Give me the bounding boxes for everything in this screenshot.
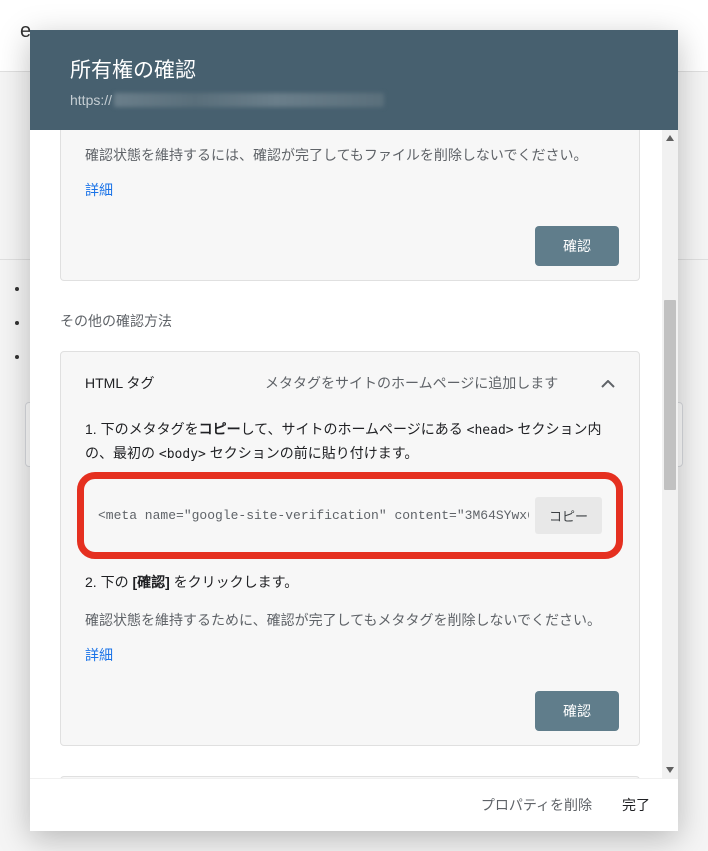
modal-footer: プロパティを削除 完了 (30, 778, 678, 831)
html-tag-note: 確認状態を維持するために、確認が完了してもメタタグを削除しないでください。 (85, 609, 615, 633)
step-2: 2. 下の [確認] をクリックします。 (85, 571, 615, 595)
method-card-html-tag: HTML タグ メタタグをサイトのホームページに追加します 1. 下のメタタグを… (60, 351, 640, 746)
chevron-up-icon[interactable] (601, 375, 615, 391)
copy-button[interactable]: コピー (535, 497, 602, 534)
modal-site-url: https:// (70, 92, 638, 108)
method-title: HTML タグ (85, 373, 265, 393)
details-link[interactable]: 詳細 (85, 647, 113, 663)
modal-title: 所有権の確認 (70, 54, 638, 84)
scrollbar-thumb[interactable] (664, 300, 676, 490)
remove-property-link[interactable]: プロパティを削除 (481, 795, 592, 815)
meta-tag-highlight: <meta name="google-site-verification" co… (77, 472, 623, 559)
other-methods-heading: その他の確認方法 (60, 311, 640, 331)
meta-tag-code[interactable]: <meta name="google-site-verification" co… (98, 508, 529, 523)
details-link[interactable]: 詳細 (85, 182, 113, 198)
scroll-up-icon[interactable] (664, 132, 676, 144)
method-header[interactable]: HTML タグ メタタグをサイトのホームページに追加します (61, 352, 639, 414)
method-card-peek (60, 776, 640, 778)
modal-body: 確認状態を維持するには、確認が完了してもファイルを削除しないでください。 詳細 … (30, 130, 678, 778)
scrollbar-track[interactable] (662, 130, 678, 778)
confirm-button[interactable]: 確認 (535, 691, 619, 731)
step-1: 1. 下のメタタグをコピーして、サイトのホームページにある <head> セクシ… (85, 418, 615, 466)
ownership-verification-modal: 所有権の確認 https:// 確認状態を維持するには、確認が完了してもファイル… (30, 30, 678, 831)
scroll-down-icon[interactable] (664, 764, 676, 776)
confirm-button[interactable]: 確認 (535, 226, 619, 266)
file-method-note: 確認状態を維持するには、確認が完了してもファイルを削除しないでください。 (85, 144, 615, 168)
done-button[interactable]: 完了 (622, 795, 650, 815)
method-description: メタタグをサイトのホームページに追加します (265, 372, 601, 394)
method-card-file: 確認状態を維持するには、確認が完了してもファイルを削除しないでください。 詳細 … (60, 130, 640, 281)
modal-header: 所有権の確認 https:// (30, 30, 678, 130)
